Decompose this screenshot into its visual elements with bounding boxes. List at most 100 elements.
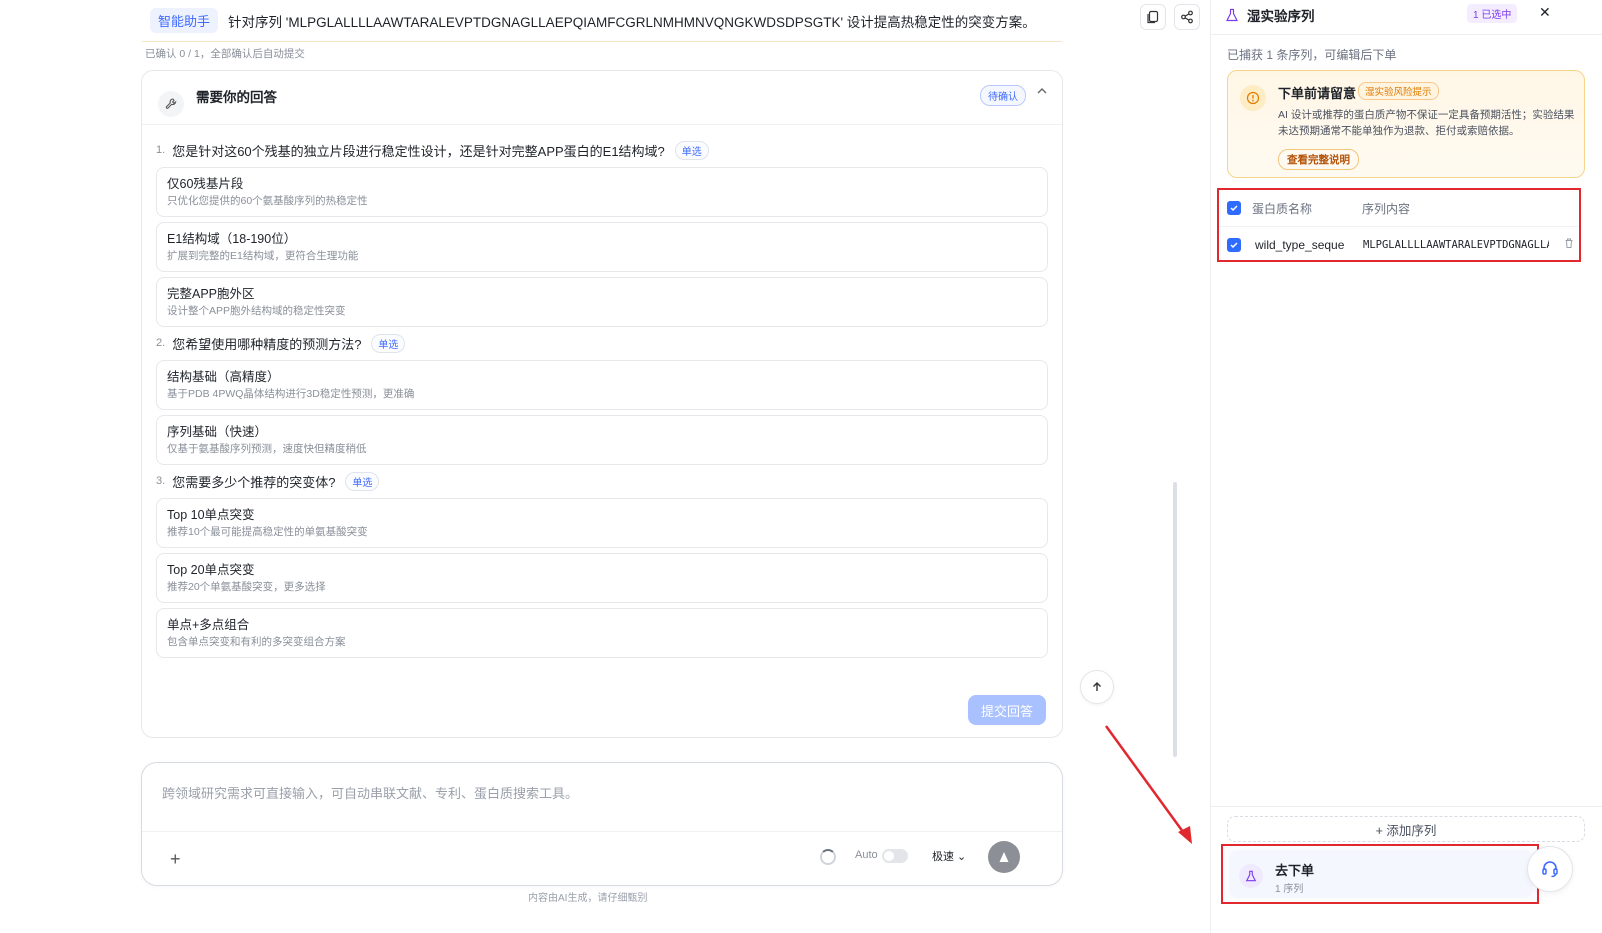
- auto-label: Auto: [855, 849, 878, 861]
- chevron-up-icon[interactable]: [1036, 85, 1048, 100]
- flask-icon: [1226, 8, 1238, 22]
- add-sequence-button[interactable]: + 添加序列: [1227, 816, 1585, 842]
- option-q2-1[interactable]: 结构基础（高精度） 基于PDB 4PWQ晶体结构进行3D稳定性预测，更准确: [156, 360, 1048, 410]
- question-2: 2. 您希望使用哪种精度的预测方法? 单选: [156, 332, 1048, 354]
- option-q3-3[interactable]: 单点+多点组合包含单点突变和有利的多突变组合方案: [156, 608, 1048, 658]
- option-desc: 包含单点突变和有利的多突变组合方案: [167, 636, 346, 648]
- question-card-header[interactable]: 需要你的回答 待确认: [142, 71, 1062, 125]
- question-3: 3. 您需要多少个推荐的突变体? 单选: [156, 470, 1048, 492]
- option-q1-3[interactable]: 完整APP胞外区设计整个APP胞外结构域的稳定性突变: [156, 277, 1048, 327]
- option-q3-1[interactable]: Top 10单点突变推荐10个最可能提高稳定性的单氨基酸突变: [156, 498, 1048, 548]
- chat-area: 智能助手 针对序列 'MLPGLALLLLAAWTARALEVPTDGNAGLL…: [0, 0, 1210, 933]
- send-button[interactable]: [988, 841, 1020, 873]
- option-q3-2[interactable]: Top 20单点突变推荐20个单氨基酸突变，更多选择: [156, 553, 1048, 603]
- place-order-title: 去下单: [1275, 863, 1315, 878]
- table-row[interactable]: wild_type_seque MLPGLALLLLAAWTARALEVPTDG…: [1219, 226, 1579, 262]
- loading-icon: [820, 849, 836, 865]
- option-q1-1[interactable]: 仅60残基片段只优化您提供的60个氨基酸序列的热稳定性: [156, 167, 1048, 217]
- share-button[interactable]: [1174, 4, 1200, 30]
- option-q2-2[interactable]: 序列基础（快速） 仅基于氨基酸序列预测，速度快但精度稍低: [156, 415, 1048, 465]
- flask-icon: [1239, 864, 1263, 888]
- single-choice-badge: 单选: [345, 471, 380, 491]
- panel-title: 湿实验序列: [1247, 9, 1315, 24]
- speed-select[interactable]: 极速 ⌄: [932, 848, 966, 864]
- option-desc: 推荐10个最可能提高稳定性的单氨基酸突变: [167, 526, 368, 538]
- row-checkbox[interactable]: [1227, 237, 1241, 252]
- scroll-to-top-button[interactable]: [1080, 670, 1114, 704]
- annotation-arrow-icon: [1104, 725, 1192, 844]
- user-message-bar: 智能助手 针对序列 'MLPGLALLLLAAWTARALEVPTDGNAGLL…: [142, 0, 1062, 42]
- option-desc: 基于PDB 4PWQ晶体结构进行3D稳定性预测，更准确: [167, 388, 415, 400]
- copy-button[interactable]: [1140, 4, 1166, 30]
- option-desc: 只优化您提供的60个氨基酸序列的热稳定性: [167, 195, 368, 207]
- close-icon[interactable]: ✕: [1539, 4, 1551, 21]
- user-message-text: 针对序列 'MLPGLALLLLAAWTARALEVPTDGNAGLLAEPQI…: [228, 14, 1036, 30]
- warning-tag: 湿实验风险提示: [1358, 82, 1439, 100]
- support-button[interactable]: [1527, 846, 1573, 892]
- warning-text: AI 设计或推荐的蛋白质产物不保证一定具备预期活性；实验结果未达预期通常不能单独…: [1278, 109, 1575, 137]
- view-full-notice-link[interactable]: 查看完整说明: [1278, 149, 1359, 170]
- wet-lab-panel: 湿实验序列 1 已选中 ✕ 已捕获 1 条序列，可编辑后下单 下单前请留意 湿实…: [1210, 0, 1602, 933]
- protein-name[interactable]: wild_type_seque: [1255, 238, 1363, 252]
- question-number: 2.: [156, 337, 166, 349]
- select-all-checkbox[interactable]: [1227, 201, 1241, 215]
- option-title: 仅60残基片段: [167, 177, 244, 191]
- input-divider: [142, 831, 1062, 832]
- place-order-sub: 1 序列: [1275, 884, 1304, 895]
- single-choice-badge: 单选: [371, 333, 406, 353]
- question-text: 您是针对这60个残基的独立片段进行稳定性设计，还是针对完整APP蛋白的E1结构域…: [172, 143, 665, 159]
- question-1: 1. 您是针对这60个残基的独立片段进行稳定性设计，还是针对完整APP蛋白的E1…: [156, 139, 1048, 161]
- chat-input[interactable]: 跨领域研究需求可直接输入，可自动串联文献、专利、蛋白质搜索工具。: [162, 783, 578, 802]
- table-header: 蛋白质名称 序列内容: [1219, 190, 1579, 226]
- sequence-content[interactable]: MLPGLALLLLAAWTARALEVPTDGNAGLLAEPQIAMFCGR…: [1363, 239, 1549, 251]
- message-actions: [1140, 4, 1200, 30]
- column-name-header: 蛋白质名称: [1252, 201, 1313, 216]
- trash-icon[interactable]: [1563, 237, 1575, 252]
- question-text: 您希望使用哪种精度的预测方法?: [172, 336, 362, 352]
- assistant-tag: 智能助手: [150, 8, 219, 33]
- warning-title: 下单前请留意: [1278, 86, 1357, 101]
- confirm-progress-note: 已确认 0 / 1，全部确认后自动提交: [145, 48, 305, 60]
- option-desc: 设计整个APP胞外结构域的稳定性突变: [167, 305, 346, 317]
- option-q1-2[interactable]: E1结构域（18-190位） 扩展到完整的E1结构域，更符合生理功能: [156, 222, 1048, 272]
- chat-input-box: 跨领域研究需求可直接输入，可自动串联文献、专利、蛋白质搜索工具。 + Auto …: [141, 762, 1063, 886]
- place-order-highlight: 去下单 1 序列: [1221, 844, 1539, 904]
- copy-icon: [1147, 10, 1159, 24]
- option-desc: 推荐20个单氨基酸突变，更多选择: [167, 581, 326, 593]
- question-number: 3.: [156, 475, 166, 487]
- option-title: Top 20单点突变: [167, 563, 255, 577]
- question-card: 需要你的回答 待确认 1. 您是针对这60个残基的独立片段进行稳定性设计，还是针…: [141, 70, 1063, 738]
- question-text: 您需要多少个推荐的突变体?: [172, 474, 336, 490]
- selected-count-badge: 1 已选中: [1467, 4, 1518, 23]
- warning-icon: [1240, 85, 1266, 111]
- place-order-button[interactable]: 去下单 1 序列: [1229, 850, 1533, 898]
- ai-disclaimer: 内容由AI生成，请仔细甄别: [528, 893, 648, 904]
- scrollbar[interactable]: [1173, 482, 1177, 757]
- footer-divider: [1211, 806, 1602, 807]
- option-title: 完整APP胞外区: [167, 287, 255, 301]
- headset-icon: [1542, 861, 1558, 878]
- option-desc: 扩展到完整的E1结构域，更符合生理功能: [167, 250, 359, 262]
- question-card-title: 需要你的回答: [196, 89, 277, 105]
- option-title: E1结构域（18-190位）: [167, 232, 297, 246]
- captured-count: 已捕获 1 条序列，可编辑后下单: [1227, 48, 1397, 62]
- send-icon: [999, 852, 1009, 862]
- header-divider: [1211, 34, 1602, 35]
- sequence-table: 蛋白质名称 序列内容 wild_type_seque MLPGLALLLLAAW…: [1217, 188, 1581, 262]
- option-desc: 仅基于氨基酸序列预测，速度快但精度稍低: [167, 443, 367, 455]
- single-choice-badge: 单选: [674, 140, 709, 160]
- option-title: 序列基础（快速）: [167, 425, 268, 439]
- auto-toggle[interactable]: [882, 849, 908, 863]
- option-title: 单点+多点组合: [167, 618, 250, 632]
- option-title: 结构基础（高精度）: [167, 370, 280, 384]
- share-icon: [1181, 10, 1193, 24]
- attach-button[interactable]: +: [170, 849, 181, 870]
- column-seq-header: 序列内容: [1362, 201, 1411, 216]
- submit-answer-button[interactable]: 提交回答: [968, 695, 1046, 725]
- arrow-up-icon: [1093, 682, 1101, 691]
- question-number: 1.: [156, 144, 166, 156]
- risk-warning: 下单前请留意 湿实验风险提示 AI 设计或推荐的蛋白质产物不保证一定具备预期活性…: [1227, 70, 1585, 178]
- wrench-icon: [158, 90, 184, 117]
- option-title: Top 10单点突变: [167, 508, 255, 522]
- status-badge: 待确认: [980, 85, 1026, 106]
